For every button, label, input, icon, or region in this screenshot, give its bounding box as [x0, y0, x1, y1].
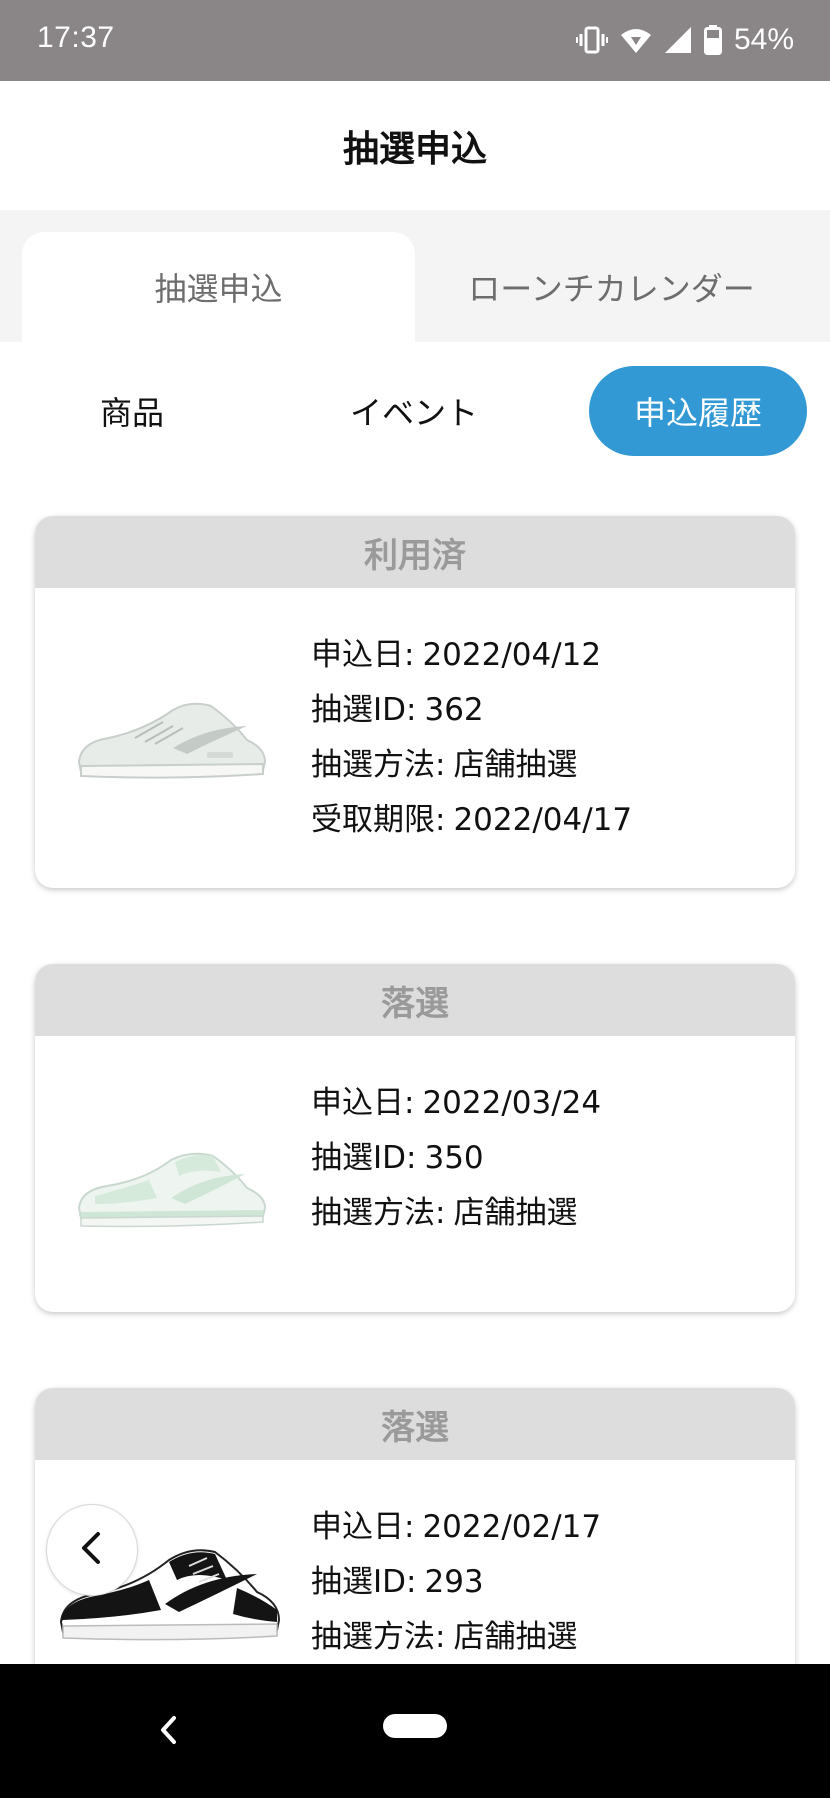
- chevron-left-icon: [78, 1530, 106, 1570]
- info-row: 抽選方法: 店舗抽選: [311, 1610, 601, 1664]
- field-value: 2022/03/24: [422, 1085, 602, 1121]
- tab-strip: 抽選申込 ローンチカレンダー: [0, 210, 830, 342]
- field-label: 抽選方法:: [311, 747, 446, 783]
- card-info: 申込日: 2022/04/12 抽選ID: 362 抽選方法: 店舗抽選 受取期限: 2…: [311, 628, 632, 848]
- field-value: 店舗抽選: [453, 1619, 578, 1655]
- sneaker-image: [75, 698, 271, 788]
- info-row: 申込日: 2022/02/17: [311, 1500, 601, 1555]
- field-label: 抽選方法:: [311, 1195, 446, 1231]
- app-header: 抽選申込: [0, 81, 830, 210]
- sneaker-image: [75, 1146, 271, 1236]
- status-icons: 54%: [575, 20, 794, 60]
- battery-percent: 54%: [733, 23, 794, 56]
- battery-icon: [703, 25, 722, 55]
- info-row: 申込日: 2022/03/24: [311, 1076, 601, 1131]
- info-row: 抽選方法: 店舗抽選: [311, 738, 632, 793]
- segment-products[interactable]: 商品: [32, 366, 232, 456]
- nav-home-pill[interactable]: [383, 1714, 447, 1738]
- info-row: 抽選ID: 350: [311, 1131, 601, 1186]
- field-label: 抽選ID:: [311, 692, 417, 728]
- history-card[interactable]: 利用済 申込日: 2022/04/12 抽選ID: 362 抽選方法: 店舗抽選 受取…: [35, 516, 795, 888]
- field-value: 2022/04/17: [453, 802, 633, 838]
- segment-events[interactable]: イベント: [314, 366, 514, 456]
- history-card[interactable]: 落選 申込日: 2022/02/17 抽選ID: 293 抽選方法: 店舗抽選: [35, 1388, 795, 1664]
- card-status-header: 利用済: [35, 516, 795, 588]
- tab-launch-calendar[interactable]: ローンチカレンダー: [415, 232, 808, 342]
- nav-back-icon[interactable]: [158, 1714, 180, 1750]
- info-row: 抽選ID: 293: [311, 1555, 601, 1610]
- status-time: 17:37: [37, 21, 115, 54]
- field-value: 362: [424, 692, 484, 728]
- field-label: 申込日:: [311, 637, 415, 673]
- field-label: 抽選方法:: [311, 1619, 446, 1655]
- vibrate-icon: [575, 25, 608, 55]
- card-status-header: 落選: [35, 1388, 795, 1460]
- field-value: 350: [424, 1140, 484, 1176]
- back-button[interactable]: [46, 1504, 138, 1596]
- status-bar: 17:37 54%: [0, 0, 830, 81]
- field-label: 申込日:: [311, 1509, 415, 1545]
- info-row: 申込日: 2022/04/12: [311, 628, 632, 683]
- info-row: 抽選ID: 362: [311, 683, 632, 738]
- history-list[interactable]: 利用済 申込日: 2022/04/12 抽選ID: 362 抽選方法: 店舗抽選 受取…: [0, 482, 830, 1664]
- field-value: 2022/02/17: [422, 1509, 602, 1545]
- field-label: 抽選ID:: [311, 1140, 417, 1176]
- signal-icon: [664, 26, 692, 54]
- info-row: 受取期限: 2022/04/17: [311, 793, 632, 848]
- card-info: 申込日: 2022/03/24 抽選ID: 350 抽選方法: 店舗抽選: [311, 1076, 601, 1241]
- field-value: 293: [424, 1564, 484, 1600]
- segment-control: 商品 イベント 申込履歴: [0, 342, 830, 482]
- field-value: 店舗抽選: [453, 1195, 578, 1231]
- card-status-header: 落選: [35, 964, 795, 1036]
- page-title: 抽選申込: [342, 128, 487, 170]
- field-value: 2022/04/12: [422, 637, 602, 673]
- system-nav-bar: [0, 1664, 830, 1798]
- segment-application-history[interactable]: 申込履歴: [589, 366, 807, 456]
- field-label: 抽選ID:: [311, 1564, 417, 1600]
- field-value: 店舗抽選: [453, 747, 578, 783]
- field-label: 申込日:: [311, 1085, 415, 1121]
- field-label: 受取期限:: [311, 802, 446, 838]
- wifi-icon: [620, 26, 652, 54]
- history-card[interactable]: 落選 申込日: 2022/03/24 抽選ID: 350 抽選方法: 店舗抽選: [35, 964, 795, 1312]
- card-info: 申込日: 2022/02/17 抽選ID: 293 抽選方法: 店舗抽選: [311, 1500, 601, 1664]
- info-row: 抽選方法: 店舗抽選: [311, 1186, 601, 1241]
- tab-lottery[interactable]: 抽選申込: [22, 232, 415, 342]
